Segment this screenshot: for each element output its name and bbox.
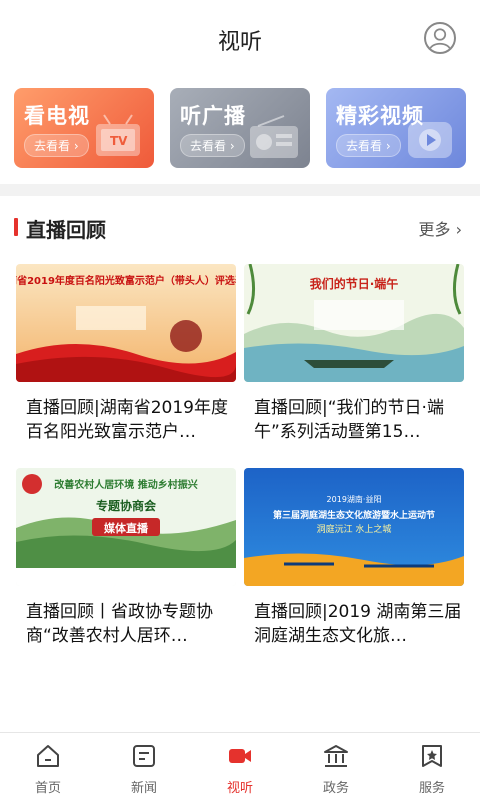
category-title: 听广播 [180,104,246,128]
go-see-button[interactable]: 去看看 › [336,134,401,157]
live-replay-section: 直播回顾 更多 › 湖南省2019年度百名阳光致富示范户（带头人）评选表彰 直播… [0,196,480,732]
tab-label: 政务 [322,781,349,796]
go-see-button[interactable]: 去看看 › [180,134,245,157]
tab-news[interactable]: 新闻 [96,739,192,797]
play-icon [408,122,452,158]
thumb-caption: 专题协商会 [96,498,157,513]
tab-label: 视听 [226,781,253,796]
svg-text:TV: TV [110,134,128,148]
page-title: 视听 [217,30,262,55]
card-title: 直播回顾|2019 湖南第三届洞庭湖生态文化旅… [254,602,462,646]
tab-label: 新闻 [130,781,157,796]
more-link[interactable]: 更多 › [419,216,463,240]
section-accent-bar [14,218,18,236]
card-thumbnail: 我们的节日·端午 [244,264,464,382]
service-star-icon [422,745,442,767]
category-card-radio[interactable]: 听广播 去看看 › [170,88,310,168]
tab-label: 服务 [418,781,445,796]
section-title: 直播回顾 [26,218,106,242]
go-see-button[interactable]: 去看看 › [24,134,89,157]
home-icon [37,745,59,767]
radio-icon [250,115,298,158]
tab-home[interactable]: 首页 [0,739,96,797]
category-row: 看电视 去看看 › TV 听广播 去看看 › 精彩视频 去看看 › [0,74,480,184]
card-thumbnail: 2019湖南·益阳 第三届洞庭湖生态文化旅游暨水上运动节 洞庭沅江 水上之城 [244,468,464,586]
thumb-caption: 湖南省2019年度百名阳光致富示范户（带头人）评选表彰 [16,274,236,287]
card-thumbnail: 改善农村人居环境 推动乡村振兴 专题协商会 媒体直播 [16,468,236,586]
card-thumbnail: 湖南省2019年度百名阳光致富示范户（带头人）评选表彰 [16,264,236,382]
replay-card[interactable]: 2019湖南·益阳 第三届洞庭湖生态文化旅游暨水上运动节 洞庭沅江 水上之城 直… [244,468,464,658]
news-icon [133,745,155,767]
thumb-badge: 媒体直播 [103,521,149,535]
thumb-caption: 洞庭沅江 水上之城 [317,523,392,535]
tab-government[interactable]: 政务 [288,739,384,797]
thumb-caption: 2019湖南·益阳 [327,494,382,504]
app-header: 视听 [0,0,480,74]
category-title: 看电视 [24,104,90,128]
video-camera-icon [229,749,251,763]
replay-card[interactable]: 改善农村人居环境 推动乡村振兴 专题协商会 媒体直播 直播回顾丨省政协专题协商“… [16,468,236,658]
thumb-caption: 改善农村人居环境 推动乡村振兴 [54,478,197,491]
tab-video[interactable]: 视听 [192,739,288,797]
tab-service[interactable]: 服务 [384,739,480,797]
card-title: 直播回顾丨省政协专题协商“改善农村人居环… [26,602,213,646]
category-card-video[interactable]: 精彩视频 去看看 › [326,88,466,168]
card-title: 直播回顾|湖南省2019年度百名阳光致富示范户… [26,398,228,442]
user-icon[interactable] [424,22,456,54]
tv-icon: TV [96,114,140,156]
replay-card[interactable]: 我们的节日·端午 直播回顾|“我们的节日·端午”系列活动暨第15… [244,264,464,454]
card-title: 直播回顾|“我们的节日·端午”系列活动暨第15… [254,398,444,442]
section-header: 直播回顾 更多 › [0,212,480,242]
thumb-caption: 第三届洞庭湖生态文化旅游暨水上运动节 [273,509,435,521]
replay-card[interactable]: 湖南省2019年度百名阳光致富示范户（带头人）评选表彰 直播回顾|湖南省2019… [16,264,236,454]
thumb-caption: 我们的节日·端午 [310,276,399,291]
tab-label: 首页 [34,781,61,796]
category-card-tv[interactable]: 看电视 去看看 › TV [14,88,154,168]
government-icon [324,745,348,767]
bottom-tab-bar: 首页 新闻 视听 政务 服务 [0,732,480,800]
